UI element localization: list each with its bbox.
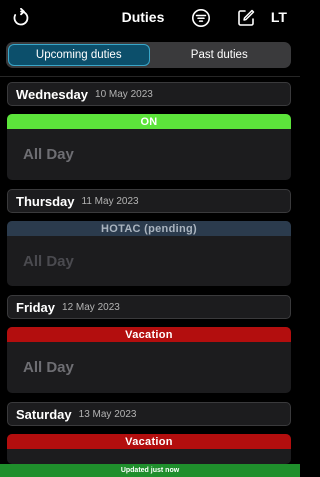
duty-label: ON	[7, 114, 291, 129]
duty-time: All Day	[23, 252, 74, 270]
day-date: 12 May 2023	[62, 301, 120, 313]
update-status-bar: Updated just now	[0, 464, 300, 477]
duty-label: HOTAC (pending)	[7, 221, 291, 236]
day-header-wednesday: Wednesday 10 May 2023	[7, 82, 291, 106]
day-header-friday: Friday 12 May 2023	[7, 295, 291, 319]
day-header-saturday: Saturday 13 May 2023	[7, 402, 291, 426]
refresh-icon[interactable]	[8, 5, 34, 31]
duty-card[interactable]: HOTAC (pending) All Day	[7, 221, 291, 286]
tab-upcoming-duties[interactable]: Upcoming duties	[8, 44, 150, 66]
filter-icon[interactable]	[188, 5, 214, 31]
top-bar: Duties LT	[0, 0, 300, 36]
day-name: Friday	[16, 299, 56, 315]
duty-card[interactable]: ON All Day	[7, 114, 291, 180]
duty-card[interactable]: Vacation	[7, 434, 291, 464]
day-name: Saturday	[16, 406, 72, 422]
duty-card[interactable]: Vacation All Day	[7, 327, 291, 393]
day-date: 11 May 2023	[81, 195, 139, 207]
duty-label: Vacation	[7, 434, 291, 449]
duty-label: Vacation	[7, 327, 291, 342]
day-date: 10 May 2023	[95, 88, 153, 100]
day-name: Thursday	[16, 193, 75, 209]
user-initials[interactable]: LT	[271, 9, 287, 25]
edit-icon[interactable]	[233, 5, 259, 31]
day-header-thursday: Thursday 11 May 2023	[7, 189, 291, 213]
day-name: Wednesday	[16, 86, 89, 102]
header-divider	[0, 76, 300, 77]
duties-tab-control: Upcoming duties Past duties	[6, 42, 291, 68]
duty-time: All Day	[23, 146, 74, 163]
duty-time: All Day	[23, 359, 74, 376]
tab-past-duties[interactable]: Past duties	[150, 44, 290, 66]
day-date: 13 May 2023	[78, 408, 137, 420]
